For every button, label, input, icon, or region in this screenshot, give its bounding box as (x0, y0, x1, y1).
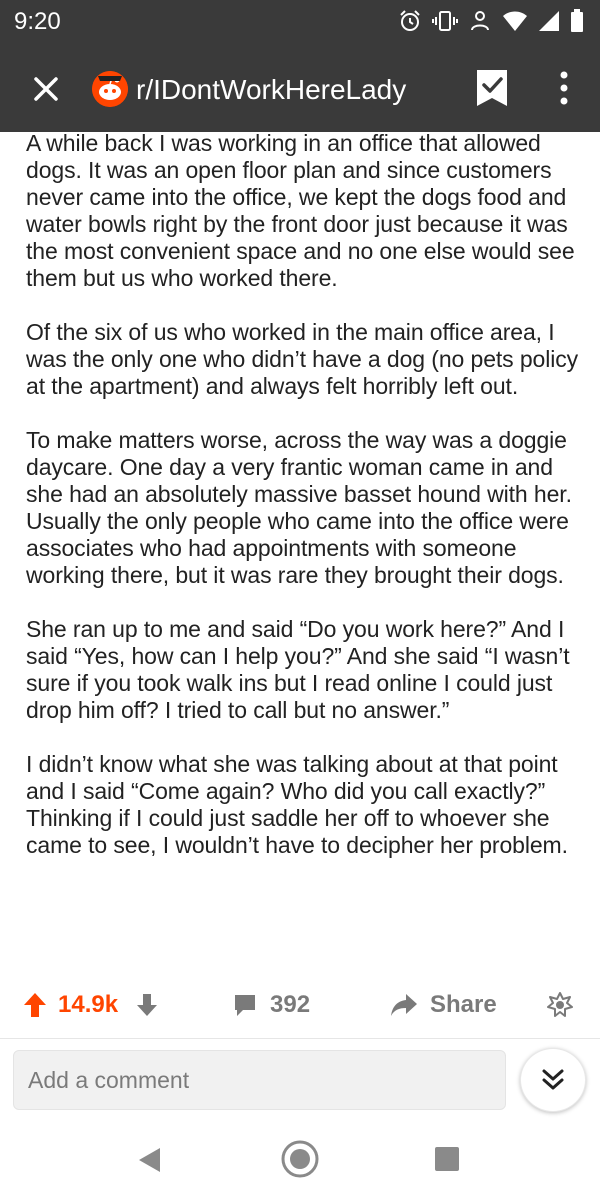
upvote-icon[interactable] (22, 991, 48, 1019)
subreddit-avatar[interactable] (92, 71, 128, 107)
data-saver-icon (471, 11, 489, 31)
status-bar: 9:20 (0, 0, 600, 46)
status-icons (398, 9, 584, 33)
close-icon (34, 77, 58, 101)
share-icon (391, 994, 417, 1016)
snoo-icon (92, 71, 128, 107)
upvote-group: 14.9k (22, 988, 118, 1022)
app-bar: r/IDontWorkHereLady (0, 46, 600, 132)
divider (0, 1038, 600, 1039)
downvote-icon (137, 994, 157, 1016)
jump-to-comments-button[interactable] (520, 1048, 586, 1112)
wifi-icon (503, 11, 527, 31)
more-vertical-icon (560, 71, 568, 105)
more-options-button[interactable] (552, 66, 576, 110)
status-time: 9:20 (14, 8, 61, 35)
recents-icon (435, 1147, 459, 1171)
post-body: A while back I was working in an office … (26, 130, 586, 966)
nav-home-button[interactable] (280, 1139, 320, 1184)
post-paragraph: She ran up to me and said “Do you work h… (26, 616, 570, 723)
home-icon (281, 1140, 319, 1178)
bookmark-check-icon (477, 70, 507, 106)
signal-icon (539, 11, 559, 31)
post-action-bar: 14.9k 392 Share (0, 982, 600, 1026)
comment-icon (235, 995, 255, 1016)
back-icon (139, 1148, 160, 1172)
post-paragraph: A while back I was working in an office … (26, 130, 575, 291)
alarm-icon (400, 10, 420, 31)
vibrate-icon (432, 11, 458, 31)
close-button[interactable] (28, 71, 64, 107)
share-label: Share (430, 991, 497, 1018)
post-paragraph: I didn’t know what she was talking about… (26, 751, 568, 858)
nav-recents-button[interactable] (434, 1146, 460, 1177)
award-icon (547, 992, 573, 1017)
share-button[interactable]: Share (390, 988, 497, 1022)
comment-count: 392 (270, 991, 311, 1018)
battery-icon (571, 9, 583, 32)
system-nav-bar (0, 1120, 600, 1200)
post-paragraph: To make matters worse, across the way wa… (26, 427, 572, 588)
vote-score: 14.9k (58, 991, 119, 1018)
subreddit-name[interactable]: r/IDontWorkHereLady (136, 73, 406, 107)
add-comment-input[interactable]: Add a comment (13, 1050, 506, 1110)
double-chevron-down-icon (542, 1069, 564, 1090)
post-paragraph: Of the six of us who worked in the main … (26, 319, 579, 399)
downvote-button[interactable] (136, 988, 158, 1022)
save-post-button[interactable] (474, 68, 510, 108)
comments-button[interactable]: 392 (232, 988, 310, 1022)
nav-back-button[interactable] (136, 1146, 164, 1179)
award-button[interactable] (546, 988, 574, 1022)
